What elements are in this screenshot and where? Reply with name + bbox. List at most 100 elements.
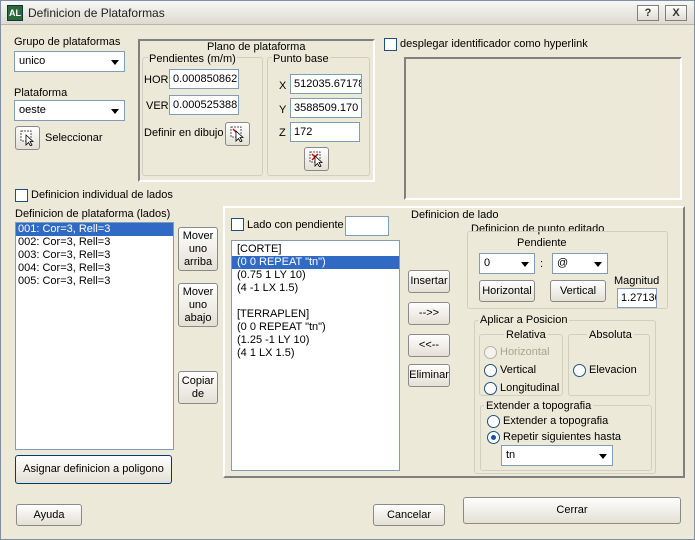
- copiar-de-button[interactable]: Copiar de: [178, 371, 218, 404]
- list-item[interactable]: 002: Cor=3, Rell=3: [16, 236, 173, 249]
- title-bar[interactable]: AL Definicion de Plataformas ? X: [1, 1, 694, 25]
- chevron-down-icon: [594, 262, 602, 267]
- plataforma-label: Plataforma: [14, 87, 68, 99]
- list-item[interactable]: 005: Cor=3, Rell=3: [16, 275, 173, 288]
- plataforma-select[interactable]: oeste: [14, 100, 125, 121]
- asignar-button[interactable]: Asignar definicion a poligono: [15, 455, 172, 484]
- repetir-value: tn: [506, 449, 516, 461]
- rel-horizontal-radio[interactable]: [484, 346, 497, 359]
- repetir-select[interactable]: tn: [501, 445, 613, 466]
- back-button[interactable]: <<--: [408, 334, 450, 357]
- relativa-title: Relativa: [504, 329, 548, 341]
- dialog-window: AL Definicion de Plataformas ? X Grupo d…: [0, 0, 695, 540]
- list-item[interactable]: 003: Cor=3, Rell=3: [16, 249, 173, 262]
- app-icon: AL: [7, 5, 23, 21]
- horizontal-button[interactable]: Horizontal: [479, 280, 535, 302]
- code-list[interactable]: [CORTE] (0 0 REPEAT "tn") (0.75 1 LY 10)…: [231, 240, 400, 471]
- individual-label: Definicion individual de lados: [31, 189, 173, 201]
- ayuda-button[interactable]: Ayuda: [16, 504, 82, 526]
- code-line[interactable]: (4 1 LX 1.5): [232, 347, 399, 360]
- chevron-down-icon: [521, 262, 529, 267]
- code-line[interactable]: (0 0 REPEAT "tn"): [232, 256, 399, 269]
- grupo-select[interactable]: unico: [14, 51, 125, 72]
- pendiente-title: Pendiente: [517, 237, 567, 249]
- chevron-down-icon: [599, 454, 607, 459]
- plano-title: Plano de plataforma: [207, 41, 306, 53]
- eliminar-button[interactable]: Eliminar: [408, 364, 450, 387]
- abs-elevacion-label: Elevacion: [589, 364, 637, 376]
- extender-label: Extender a topografia: [503, 415, 609, 427]
- vertical-button[interactable]: Vertical: [550, 280, 606, 302]
- list-item[interactable]: 004: Cor=3, Rell=3: [16, 262, 173, 275]
- mover-arriba-line1: Mover: [182, 230, 214, 242]
- punto-base-pick-button[interactable]: [304, 147, 329, 171]
- pendiente-checkbox[interactable]: [231, 218, 244, 231]
- mover-abajo-button[interactable]: Mover uno abajo: [178, 283, 218, 327]
- at-value: @: [557, 257, 569, 269]
- hor-input[interactable]: 0.000850862: [169, 69, 239, 89]
- code-line[interactable]: (0 0 REPEAT "tn"): [232, 321, 399, 334]
- cancelar-button[interactable]: Cancelar: [373, 504, 445, 526]
- preview-pane: [404, 57, 682, 200]
- x-label: X: [279, 80, 287, 92]
- aplicar-title: Aplicar a Posicion: [478, 314, 570, 326]
- rel-vertical-label: Vertical: [500, 364, 537, 376]
- help-button[interactable]: ?: [637, 5, 659, 21]
- abs-elevacion-radio[interactable]: [573, 364, 586, 377]
- x-input[interactable]: 512035.67178: [290, 74, 362, 94]
- z-input[interactable]: 172: [290, 122, 360, 142]
- ver-label: VER: [146, 100, 169, 112]
- hyperlink-label: desplegar identificador como hyperlink: [400, 38, 588, 50]
- z-label: Z: [279, 127, 286, 139]
- code-line[interactable]: [CORTE]: [232, 243, 399, 256]
- copiar-line1: Copiar: [181, 375, 215, 387]
- forward-button[interactable]: -->>: [408, 302, 450, 325]
- list-item[interactable]: 001: Cor=3, Rell=3: [16, 223, 173, 236]
- definir-dibujo-button[interactable]: [225, 122, 250, 146]
- insertar-button[interactable]: Insertar: [408, 270, 450, 293]
- ver-input[interactable]: 0.000525388: [169, 95, 239, 115]
- seleccionar-button[interactable]: [15, 126, 40, 150]
- code-line[interactable]: [232, 295, 399, 308]
- pick-cursor-icon: [20, 130, 35, 146]
- rel-vertical-radio[interactable]: [484, 364, 497, 377]
- extender-radio[interactable]: [487, 415, 500, 428]
- copiar-line2: de: [191, 388, 205, 400]
- pendiente-input[interactable]: [345, 216, 389, 236]
- code-line[interactable]: (0.75 1 LY 10): [232, 269, 399, 282]
- rel-longitudinal-radio[interactable]: [484, 382, 497, 395]
- pend-select[interactable]: 0: [479, 253, 535, 274]
- close-button[interactable]: X: [665, 5, 687, 21]
- punto-base-title: Punto base: [272, 53, 330, 65]
- lado-title: Definicion de lado: [411, 209, 499, 221]
- mover-abajo-line3: abajo: [184, 312, 212, 324]
- plataforma-value: oeste: [19, 104, 46, 116]
- hor-label: HOR: [144, 74, 169, 86]
- lados-label: Definicion de plataforma (lados): [15, 208, 171, 220]
- y-input[interactable]: 3588509.170: [290, 98, 362, 118]
- mover-arriba-line3: arriba: [183, 256, 213, 268]
- rel-horizontal-label: Horizontal: [500, 346, 550, 358]
- code-line[interactable]: [TERRAPLEN]: [232, 308, 399, 321]
- hyperlink-checkbox[interactable]: [384, 38, 397, 51]
- individual-checkbox[interactable]: [15, 189, 28, 202]
- magnitud-input[interactable]: 1.27130: [617, 288, 657, 308]
- repetir-radio[interactable]: [487, 431, 500, 444]
- pendientes-title: Pendientes (m/m): [148, 53, 237, 65]
- definir-label: Definir en dibujo: [144, 127, 224, 139]
- code-line[interactable]: (1.25 -1 LY 10): [232, 334, 399, 347]
- lados-list[interactable]: 001: Cor=3, Rell=3 002: Cor=3, Rell=3 00…: [15, 222, 174, 450]
- at-select[interactable]: @: [552, 253, 608, 274]
- repetir-label: Repetir siguientes hasta: [503, 431, 622, 443]
- mover-abajo-line1: Mover: [182, 286, 214, 298]
- grupo-value: unico: [19, 55, 46, 67]
- grupo-label: Grupo de plataformas: [14, 36, 121, 48]
- window-title: Definicion de Plataformas: [28, 6, 165, 20]
- mover-arriba-button[interactable]: Mover uno arriba: [178, 227, 218, 271]
- pendiente-check-label: Lado con pendiente: [247, 219, 344, 231]
- rel-longitudinal-label: Longitudinal: [500, 382, 560, 394]
- code-line[interactable]: (4 -1 LX 1.5): [232, 282, 399, 295]
- y-label: Y: [279, 104, 287, 116]
- mover-abajo-line2: uno: [188, 299, 208, 311]
- cerrar-button[interactable]: Cerrar: [463, 497, 681, 524]
